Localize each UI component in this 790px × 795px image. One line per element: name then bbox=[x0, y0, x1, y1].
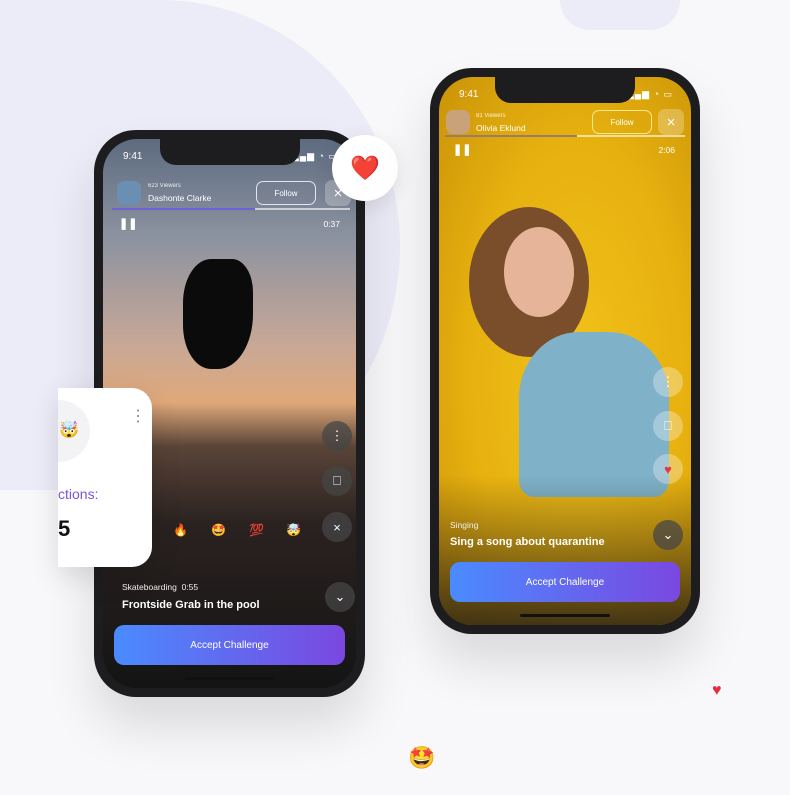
more-vertical-icon: ⋮ bbox=[661, 374, 675, 389]
more-vertical-icon[interactable]: ⋮ bbox=[130, 406, 146, 426]
bookmark-icon: ⎕ bbox=[333, 473, 341, 488]
singer-photo bbox=[449, 207, 679, 497]
expand-button[interactable]: ⌄ bbox=[653, 520, 683, 550]
viewer-count: 623 Viewers bbox=[148, 183, 181, 189]
category: Skateboarding 0:55 bbox=[122, 582, 199, 592]
chevron-down-icon: ⌄ bbox=[662, 527, 674, 542]
chevron-down-icon: ⌄ bbox=[334, 589, 346, 604]
heart-icon: ♥ bbox=[664, 461, 672, 477]
challenge-title: Frontside Grab in the pool bbox=[122, 599, 260, 611]
duration: 0:37 bbox=[323, 219, 340, 229]
pause-icon[interactable]: ❚❚ bbox=[119, 217, 137, 230]
floating-star-eyes-emoji: 🤩 bbox=[408, 745, 436, 770]
bg-blob-top bbox=[560, 0, 680, 30]
floating-heart-icon: ♥ bbox=[712, 682, 722, 699]
close-icon: × bbox=[333, 519, 341, 535]
duration: 2:06 bbox=[658, 145, 675, 155]
notch bbox=[159, 139, 300, 165]
close-icon: × bbox=[666, 113, 676, 131]
more-button[interactable]: ⋮ bbox=[653, 367, 683, 397]
follow-button[interactable]: Follow bbox=[256, 181, 316, 205]
reaction-star-eyes[interactable]: 🤩 bbox=[211, 523, 226, 537]
home-indicator bbox=[520, 614, 610, 617]
video-singing[interactable]: 9:41 ▂▄▆ ◔ ▭ 81 Viewers Olivia Eklund Fo… bbox=[439, 77, 691, 625]
right-phone: 9:41 ▂▄▆ ◔ ▭ 81 Viewers Olivia Eklund Fo… bbox=[430, 68, 700, 634]
close-reactions-button[interactable]: × bbox=[322, 512, 352, 542]
home-indicator bbox=[184, 677, 275, 680]
pause-icon[interactable]: ❚❚ bbox=[453, 143, 471, 156]
category: Singing bbox=[450, 520, 479, 530]
streamer-name[interactable]: Olivia Eklund bbox=[476, 123, 526, 133]
close-icon: × bbox=[333, 184, 343, 202]
viewer-count: 81 Viewers bbox=[476, 113, 506, 119]
close-button[interactable]: × bbox=[658, 109, 684, 135]
heart-icon: ❤️ bbox=[350, 154, 380, 182]
like-button[interactable]: ♥ bbox=[653, 454, 683, 484]
reaction-100[interactable]: 💯 bbox=[249, 523, 264, 537]
reaction-fire[interactable]: 🔥 bbox=[173, 523, 188, 537]
streamer-name[interactable]: Dashonte Clarke bbox=[148, 193, 211, 203]
bottom-fade bbox=[439, 475, 691, 625]
challenge-title: Sing a song about quarantine bbox=[450, 536, 605, 548]
reactions-count: 5 bbox=[58, 516, 71, 541]
bookmark-icon: ⎕ bbox=[664, 418, 672, 433]
more-vertical-icon: ⋮ bbox=[330, 428, 344, 443]
mind-blown-emoji: 🤯 bbox=[59, 422, 79, 439]
close-button[interactable]: × bbox=[325, 180, 351, 206]
notch bbox=[495, 77, 635, 103]
reactions-card: 🤯 ⋮ ctions: 5 bbox=[58, 388, 152, 567]
more-button[interactable]: ⋮ bbox=[322, 421, 352, 451]
video-progress[interactable] bbox=[445, 135, 685, 137]
bookmark-button[interactable]: ⎕ bbox=[653, 411, 683, 441]
avatar[interactable] bbox=[446, 110, 470, 134]
accept-challenge-button[interactable]: Accept Challenge bbox=[450, 562, 680, 602]
follow-button[interactable]: Follow bbox=[592, 110, 652, 134]
video-progress[interactable] bbox=[112, 208, 350, 210]
reactions-label: ctions: bbox=[58, 486, 99, 502]
reaction-mind-blown[interactable]: 🤯 bbox=[286, 523, 301, 537]
skater-silhouette bbox=[183, 259, 253, 369]
avatar[interactable] bbox=[117, 181, 141, 205]
bookmark-button[interactable]: ⎕ bbox=[322, 466, 352, 496]
accept-challenge-button[interactable]: Accept Challenge bbox=[114, 625, 345, 665]
expand-button[interactable]: ⌄ bbox=[325, 582, 355, 612]
status-time: 9:41 bbox=[459, 89, 479, 100]
status-time: 9:41 bbox=[123, 151, 143, 162]
